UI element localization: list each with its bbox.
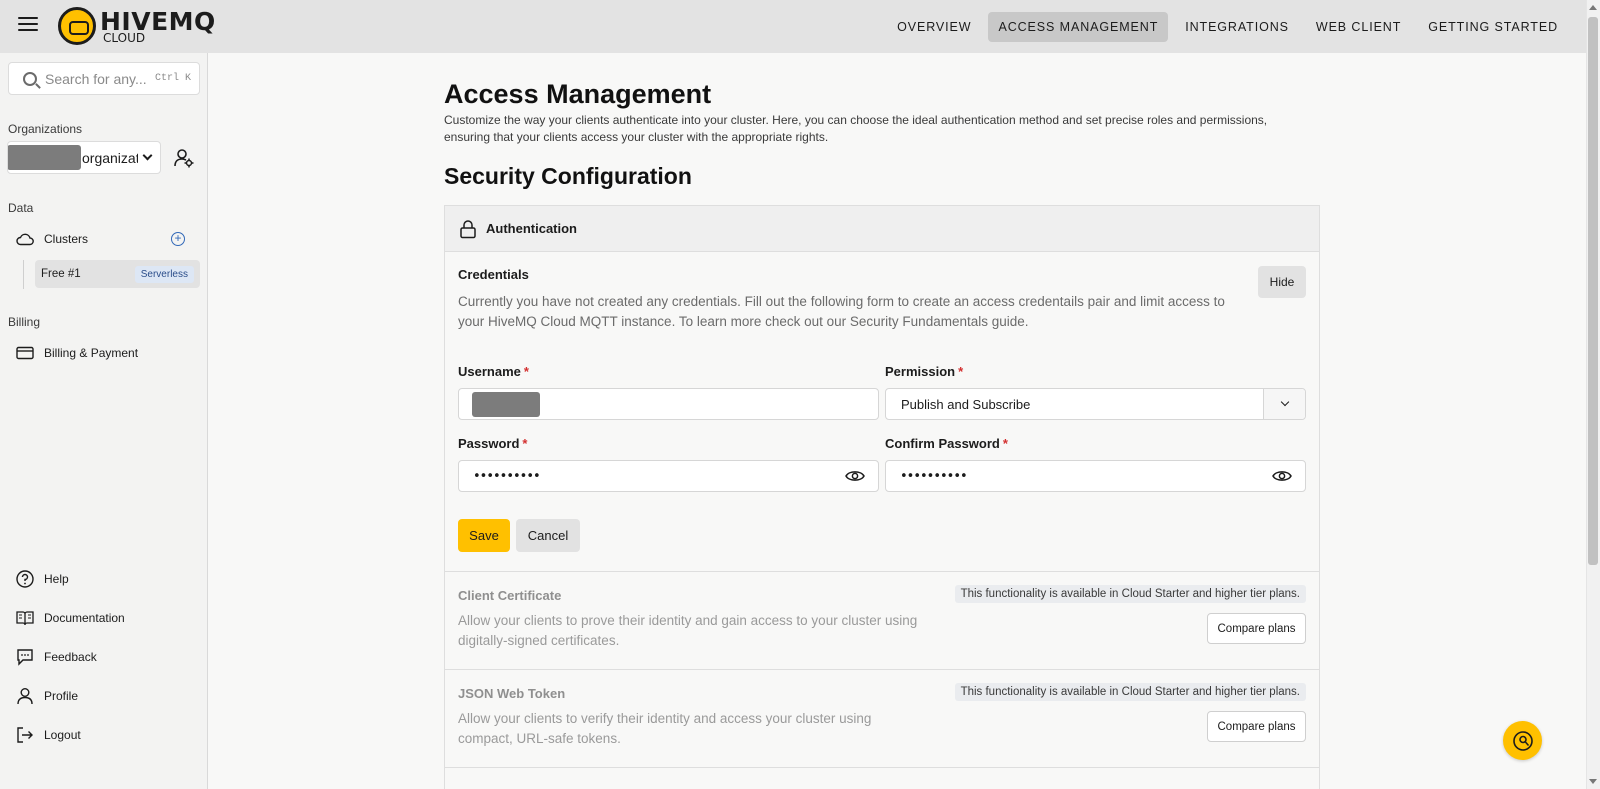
section-title: Security Configuration <box>444 163 692 189</box>
sidebar-item-feedback[interactable]: Feedback <box>16 648 97 666</box>
search-shortcut: Ctrl K <box>155 73 192 84</box>
help-icon <box>16 570 34 588</box>
chevron-down-icon <box>142 150 153 161</box>
permission-select[interactable]: Publish and Subscribe <box>885 388 1306 420</box>
main-nav: OVERVIEW ACCESS MANAGEMENT INTEGRATIONS … <box>880 12 1568 42</box>
billing-label: Billing <box>8 315 41 329</box>
search-box[interactable]: Ctrl K <box>8 62 200 95</box>
scrollbar-thumb[interactable] <box>1588 17 1598 565</box>
sidebar-item-cluster-free-1[interactable]: Free #1 Serverless <box>35 260 200 288</box>
dropdown-toggle[interactable] <box>1263 389 1305 419</box>
credit-card-icon <box>16 346 34 360</box>
cluster-name: Free #1 <box>41 268 81 280</box>
sidebar-item-label: Documentation <box>44 611 125 625</box>
logo-main-text: HIVEMQ <box>100 6 216 36</box>
client-certificate-description: Allow your clients to prove their identi… <box>458 613 918 648</box>
compare-plans-button[interactable]: Compare plans <box>1207 711 1306 742</box>
confirm-password-value: •••••••••• <box>900 468 968 484</box>
support-chat-button[interactable] <box>1503 721 1542 760</box>
tree-line <box>23 260 24 289</box>
tier-availability-note: This functionality is available in Cloud… <box>954 683 1306 701</box>
nav-overview[interactable]: OVERVIEW <box>887 12 981 42</box>
nav-access-management[interactable]: ACCESS MANAGEMENT <box>988 12 1169 42</box>
book-icon <box>16 611 34 626</box>
client-certificate-section: Client Certificate Allow your clients to… <box>445 573 1319 670</box>
profile-icon <box>17 688 33 705</box>
client-certificate-title: Client Certificate <box>458 588 562 603</box>
add-cluster-icon[interactable]: + <box>171 232 185 246</box>
sidebar-item-label: Feedback <box>44 650 97 664</box>
search-input[interactable] <box>45 70 153 87</box>
sidebar-item-label: Clusters <box>44 232 89 246</box>
credentials-title: Credentials <box>458 267 529 282</box>
sidebar-item-clusters[interactable]: Clusters <box>16 230 88 248</box>
sidebar-item-billing[interactable]: Billing & Payment <box>16 344 138 362</box>
cancel-button[interactable]: Cancel <box>516 519 580 552</box>
page-description: Customize the way your clients authentic… <box>444 113 1268 144</box>
redacted-org-name <box>8 145 81 170</box>
confirm-password-field[interactable]: •••••••••• <box>885 460 1306 492</box>
support-icon <box>1512 730 1533 751</box>
sidebar-item-label: Profile <box>44 689 79 703</box>
bee-logo-icon <box>58 7 96 45</box>
scroll-up-arrow-icon[interactable] <box>1589 5 1597 10</box>
card-header: Authentication <box>445 206 1319 252</box>
json-web-token-section: JSON Web Token Allow your clients to ver… <box>445 671 1319 768</box>
sidebar-item-label: Logout <box>44 728 81 742</box>
cloud-icon <box>16 233 34 246</box>
sidebar: Ctrl K Organizations organizat Data Clus… <box>0 53 208 789</box>
password-label: Password * <box>458 436 528 451</box>
credentials-description: Currently you have not created any crede… <box>458 294 1225 329</box>
required-mark: * <box>1002 436 1008 451</box>
feedback-icon <box>17 649 33 666</box>
sidebar-item-profile[interactable]: Profile <box>16 687 78 705</box>
search-icon <box>23 71 37 86</box>
lock-icon <box>460 219 476 238</box>
organizations-label: Organizations <box>8 122 83 136</box>
sidebar-item-documentation[interactable]: Documentation <box>16 609 125 627</box>
menu-icon[interactable] <box>18 17 38 35</box>
password-field[interactable]: •••••••••• <box>458 460 879 492</box>
authentication-card: Authentication Credentials Currently you… <box>444 205 1320 789</box>
nav-integrations[interactable]: INTEGRATIONS <box>1175 12 1299 42</box>
card-title: Authentication <box>486 221 577 236</box>
required-mark: * <box>958 364 964 379</box>
organization-select[interactable]: organizat <box>7 141 161 174</box>
required-mark: * <box>522 436 528 451</box>
chevron-down-icon <box>1280 397 1289 407</box>
data-label: Data <box>8 201 34 215</box>
top-bar: HIVEMQ CLOUD OVERVIEW ACCESS MANAGEMENT … <box>0 0 1586 53</box>
redacted-username <box>472 391 540 417</box>
password-value: •••••••••• <box>473 468 541 484</box>
organization-select-text: organizat <box>82 149 138 166</box>
cluster-type-badge: Serverless <box>134 265 194 283</box>
json-web-token-description: Allow your clients to verify their ident… <box>458 711 872 746</box>
user-settings-icon[interactable] <box>174 148 194 168</box>
username-label: Username * <box>458 364 529 379</box>
page-scrollbar[interactable] <box>1586 0 1600 789</box>
required-mark: * <box>523 364 529 379</box>
json-web-token-title: JSON Web Token <box>458 686 566 701</box>
eye-icon[interactable] <box>845 468 865 484</box>
username-field[interactable] <box>458 388 879 420</box>
compare-plans-button[interactable]: Compare plans <box>1207 613 1306 644</box>
eye-icon[interactable] <box>1272 468 1292 484</box>
logout-icon <box>17 727 33 743</box>
sidebar-item-label: Billing & Payment <box>44 346 139 360</box>
sidebar-item-logout[interactable]: Logout <box>16 726 81 744</box>
save-button[interactable]: Save <box>458 519 510 552</box>
scroll-down-arrow-icon[interactable] <box>1589 779 1597 784</box>
tier-availability-note: This functionality is available in Cloud… <box>954 585 1306 603</box>
hide-button[interactable]: Hide <box>1258 266 1306 298</box>
permission-label: Permission * <box>885 364 964 379</box>
page-title: Access Management <box>444 79 712 109</box>
sidebar-item-help[interactable]: Help <box>16 570 69 588</box>
credentials-section: Credentials Currently you have not creat… <box>445 252 1319 572</box>
nav-web-client[interactable]: WEB CLIENT <box>1306 12 1411 42</box>
confirm-password-label: Confirm Password * <box>885 436 1008 451</box>
nav-getting-started[interactable]: GETTING STARTED <box>1418 12 1568 42</box>
permission-select-value: Publish and Subscribe <box>901 396 1031 412</box>
sidebar-item-label: Help <box>44 572 69 586</box>
hivemq-logo[interactable]: HIVEMQ CLOUD <box>58 7 216 45</box>
